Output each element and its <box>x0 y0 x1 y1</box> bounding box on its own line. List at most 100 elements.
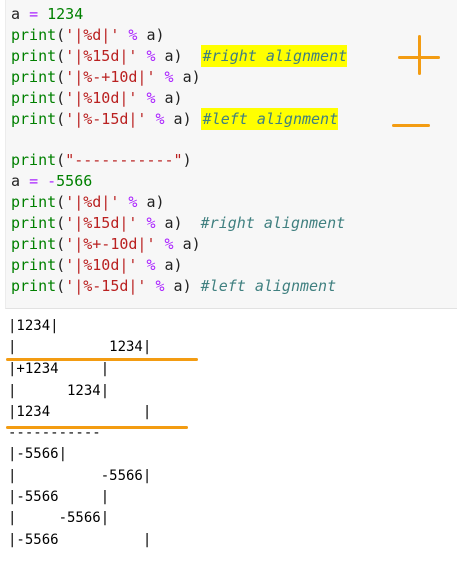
code-token: print <box>11 151 57 170</box>
code-token: % <box>155 276 165 295</box>
code-token: print <box>11 88 57 107</box>
code-token: '|%15d|' <box>65 214 138 232</box>
code-token: ( <box>56 151 66 170</box>
code-token: a) <box>164 276 192 295</box>
code-line: print('|%-15d|' % a) #left alignment <box>11 276 336 297</box>
output-line: | 1234| <box>8 339 152 355</box>
code-token: #left alignment <box>200 107 339 130</box>
code-token: print <box>11 234 57 253</box>
code-token: '|%-+10d|' <box>65 67 156 86</box>
code-token: a <box>11 5 30 23</box>
code-token: print <box>11 193 57 212</box>
code-token: % <box>146 255 156 274</box>
code-token: a <box>11 172 30 191</box>
code-token: '|%-15d|' <box>65 276 147 295</box>
code-token: ( <box>56 25 66 44</box>
code-line: print('|%-15d|' % a) #left alignment <box>11 107 339 130</box>
code-cell[interactable]: a = 1234 print('|%d|' % a) print('|%15d|' … <box>5 0 457 309</box>
code-token: '|%d|' <box>65 25 120 44</box>
code-line: print('|%-+10d|' % a) <box>11 67 201 88</box>
code-line: print('|%d|' % a) <box>11 192 165 213</box>
code-token: a) <box>173 67 201 86</box>
code-token: ( <box>56 109 66 128</box>
code-token: = <box>29 5 39 23</box>
code-token: % <box>164 234 174 253</box>
output-line: |-5566| <box>8 446 68 462</box>
output-line: |1234 | <box>8 404 152 420</box>
code-line: print('|%10d|' % a) <box>11 255 183 276</box>
code-token: % <box>164 67 174 86</box>
code-token: #right alignment <box>200 44 348 67</box>
code-token: ( <box>56 214 66 232</box>
code-token: % <box>146 214 156 232</box>
code-token: a) <box>164 109 192 128</box>
code-line: print('|%15d|' % a) #right alignment <box>11 44 348 67</box>
output-line: |+1234 | <box>8 361 110 377</box>
output-line: | 1234| <box>8 383 110 399</box>
code-token: print <box>11 214 57 232</box>
code-token: print <box>11 255 57 274</box>
code-token: ( <box>56 46 66 65</box>
code-token: print <box>11 25 57 44</box>
code-token: ( <box>56 234 66 253</box>
code-token: '|%-15d|' <box>65 109 147 128</box>
plus-stroke-vertical <box>418 35 421 75</box>
underline-left-aligned <box>6 426 188 429</box>
code-line: print('|%d|' % a) <box>11 25 165 46</box>
code-line: print('|%15d|' % a) #right alignment <box>11 213 345 234</box>
underline-right-aligned <box>6 358 198 361</box>
code-token: % <box>146 46 156 65</box>
code-line: a = 1234 <box>11 4 83 25</box>
code-line: print('|%10d|' % a) <box>11 88 183 109</box>
code-token: print <box>11 276 57 295</box>
code-token: "-----------" <box>65 151 183 170</box>
code-token: a) <box>137 193 165 212</box>
code-token: print <box>11 109 57 128</box>
code-token: print <box>11 46 57 65</box>
output-line: |1234| <box>8 318 59 334</box>
output-line: | -5566| <box>8 510 110 526</box>
code-token: a) <box>155 255 183 274</box>
code-token: '|%d|' <box>65 193 120 212</box>
code-token: a) <box>155 214 183 232</box>
code-token: a) <box>137 25 165 44</box>
code-token: print <box>11 67 57 86</box>
code-token: = <box>29 172 39 191</box>
minus-annotation <box>392 124 430 127</box>
code-token: '|%+-10d|' <box>65 234 156 253</box>
code-token: '|%10d|' <box>65 255 138 274</box>
output-line: |-5566 | <box>8 489 110 505</box>
code-line: print('|%+-10d|' % a) <box>11 234 201 255</box>
code-token: ( <box>56 67 66 86</box>
code-line: a = -5566 <box>11 171 92 192</box>
code-token: ( <box>56 276 66 295</box>
output-line: |-5566 | <box>8 532 152 548</box>
code-token: - <box>47 172 57 191</box>
code-token: a) <box>155 88 183 107</box>
code-token: '|%15d|' <box>65 46 138 65</box>
code-token: '|%10d|' <box>65 88 138 107</box>
code-token: % <box>155 109 165 128</box>
code-line: print("-----------") <box>11 150 192 171</box>
code-token: ( <box>56 255 66 274</box>
code-token: a) <box>155 46 183 65</box>
code-token: ( <box>56 88 66 107</box>
code-token: 5566 <box>56 172 93 191</box>
code-token: ( <box>56 193 66 212</box>
code-token: ) <box>182 151 192 170</box>
code-token: 1234 <box>47 5 84 23</box>
code-token: % <box>146 88 156 107</box>
code-token: #right alignment <box>200 214 346 232</box>
code-token: #left alignment <box>200 276 337 295</box>
output-line: | -5566| <box>8 468 152 484</box>
